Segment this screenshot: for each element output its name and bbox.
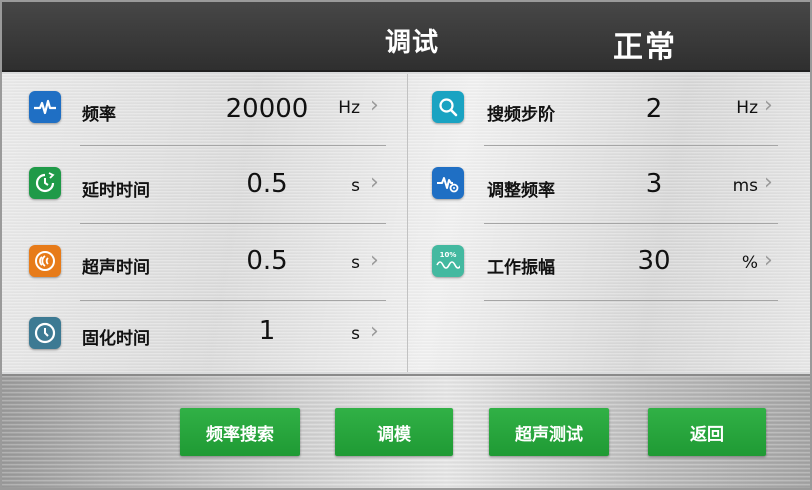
footer-bar: 频率搜索 调模 超声测试 返回 bbox=[2, 374, 810, 488]
status-indicator: 正常 bbox=[613, 30, 677, 65]
header-bar: 调试 正常 bbox=[2, 2, 810, 72]
column-divider bbox=[407, 74, 408, 372]
param-value[interactable]: 0.5 bbox=[212, 246, 322, 276]
param-unit: s bbox=[351, 176, 360, 196]
row-underline bbox=[80, 223, 386, 224]
chevron-right-icon[interactable]: › bbox=[764, 93, 778, 118]
chevron-right-icon[interactable]: › bbox=[764, 248, 778, 273]
param-unit: ms bbox=[732, 176, 758, 196]
chevron-right-icon[interactable]: › bbox=[370, 170, 384, 195]
row-underline bbox=[80, 145, 386, 146]
param-label: 工作振幅 bbox=[487, 258, 555, 278]
param-label: 超声时间 bbox=[82, 258, 150, 278]
ultrasonic-icon bbox=[29, 245, 61, 277]
param-unit: Hz bbox=[338, 98, 360, 118]
amplitude-icon: 10% bbox=[432, 245, 464, 277]
row-underline bbox=[484, 145, 778, 146]
chevron-right-icon[interactable]: › bbox=[370, 93, 384, 118]
clock-icon bbox=[29, 317, 61, 349]
ultrasonic-test-button[interactable]: 超声测试 bbox=[489, 408, 609, 456]
chevron-right-icon[interactable]: › bbox=[764, 170, 778, 195]
param-label: 固化时间 bbox=[82, 329, 150, 349]
param-unit: Hz bbox=[736, 98, 758, 118]
amplitude-icon-text: 10% bbox=[439, 251, 457, 259]
param-label: 调整频率 bbox=[487, 181, 555, 201]
param-label: 搜频步阶 bbox=[487, 105, 555, 125]
frequency-search-button[interactable]: 频率搜索 bbox=[180, 408, 300, 456]
chevron-right-icon[interactable]: › bbox=[370, 248, 384, 273]
row-underline bbox=[80, 300, 386, 301]
param-value[interactable]: 0.5 bbox=[212, 169, 322, 199]
screen: 调试 正常 频率 20000 Hz › 延时时间 0.5 s › 超声时间 0.… bbox=[0, 0, 812, 490]
tune-mode-button[interactable]: 调模 bbox=[335, 408, 453, 456]
pulse-icon bbox=[29, 91, 61, 123]
pulse-gear-icon bbox=[432, 167, 464, 199]
param-value[interactable]: 1 bbox=[212, 316, 322, 346]
param-unit: s bbox=[351, 253, 360, 273]
chevron-right-icon[interactable]: › bbox=[370, 319, 384, 344]
param-value[interactable]: 2 bbox=[599, 94, 709, 124]
param-value[interactable]: 3 bbox=[599, 169, 709, 199]
param-label: 延时时间 bbox=[82, 181, 150, 201]
param-value[interactable]: 20000 bbox=[212, 94, 322, 124]
back-button[interactable]: 返回 bbox=[648, 408, 766, 456]
page-title: 调试 bbox=[384, 28, 439, 58]
param-label: 频率 bbox=[82, 105, 116, 125]
row-underline bbox=[484, 300, 778, 301]
clock-arrow-icon bbox=[29, 167, 61, 199]
param-value[interactable]: 30 bbox=[599, 246, 709, 276]
row-underline bbox=[484, 223, 778, 224]
param-unit: s bbox=[351, 324, 360, 344]
search-icon bbox=[432, 91, 464, 123]
param-unit: % bbox=[741, 253, 758, 273]
